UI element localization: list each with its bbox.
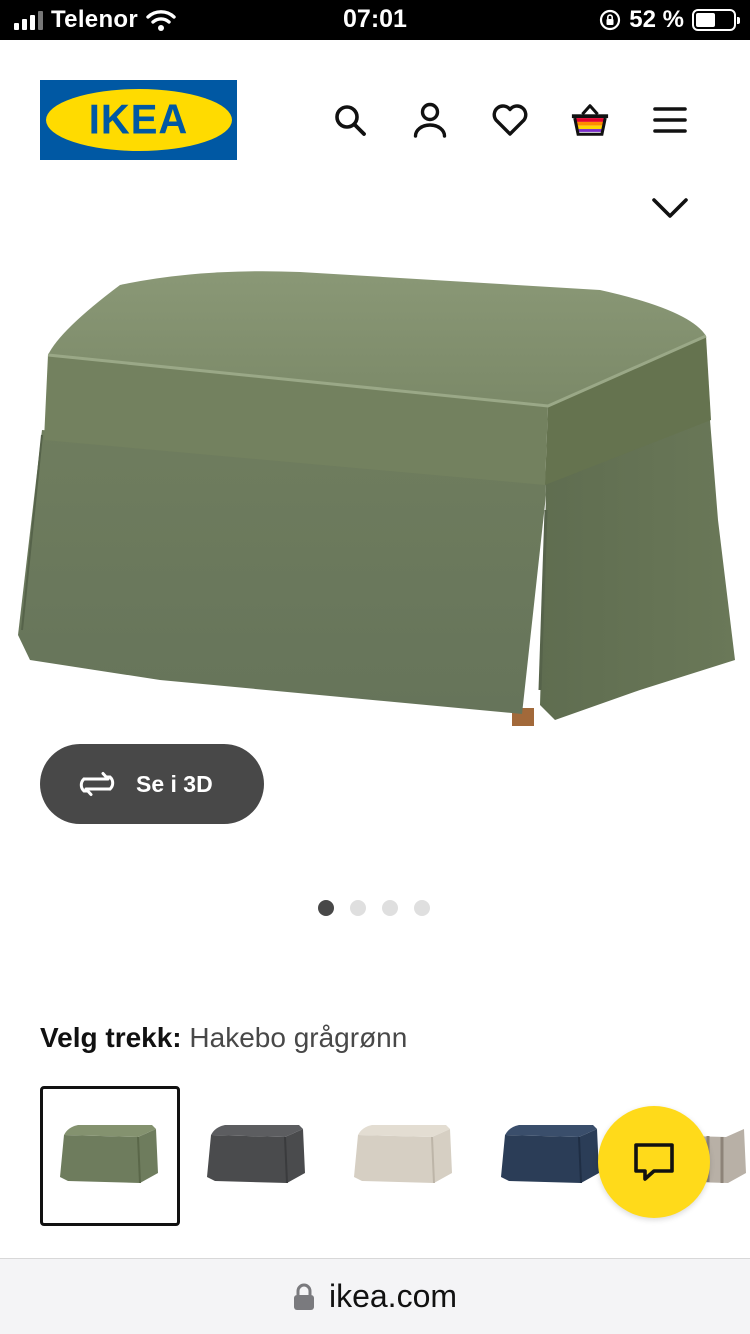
status-right: 52 % — [599, 6, 740, 34]
pagination-dot[interactable] — [318, 900, 334, 916]
favorites-icon[interactable] — [490, 100, 530, 140]
browser-url-bar[interactable]: ikea.com — [0, 1258, 750, 1334]
battery-icon — [692, 9, 740, 31]
swatch-footstool-image — [207, 1125, 305, 1184]
cover-label: Velg trekk: — [40, 1022, 182, 1053]
chat-button[interactable] — [598, 1106, 710, 1218]
cover-selection-title: Velg trekk: Hakebo grågrønn — [40, 1022, 407, 1054]
swatch-footstool-image — [501, 1125, 599, 1184]
search-icon[interactable] — [330, 100, 370, 140]
view-in-3d-button[interactable]: Se i 3D — [40, 744, 264, 824]
lock-icon — [293, 1283, 314, 1310]
site-header: IKEA — [0, 40, 750, 190]
status-bar: Telenor 07:01 52 % — [0, 0, 750, 40]
chevron-down-icon[interactable] — [650, 194, 690, 224]
cover-swatch-beige[interactable] — [334, 1086, 474, 1226]
pagination-dot[interactable] — [350, 900, 366, 916]
swatch-footstool-image — [354, 1125, 452, 1184]
logo-ellipse: IKEA — [45, 89, 232, 151]
battery-percent: 52 % — [629, 6, 684, 33]
url-text: ikea.com — [328, 1278, 458, 1314]
pagination-dot[interactable] — [414, 900, 430, 916]
view-in-3d-label: Se i 3D — [136, 770, 213, 797]
cover-swatch-dark-grey[interactable] — [187, 1086, 327, 1226]
account-icon[interactable] — [410, 100, 450, 140]
orientation-lock-icon — [600, 9, 621, 31]
chat-icon — [634, 1143, 674, 1181]
ikea-logo[interactable]: IKEA — [40, 80, 237, 160]
cover-swatch-green[interactable] — [40, 1086, 180, 1226]
cart-icon[interactable] — [570, 100, 610, 140]
swatch-footstool-image — [60, 1125, 158, 1184]
product-image-gallery[interactable] — [0, 190, 750, 830]
logo-text: IKEA — [88, 96, 189, 143]
product-image-footstool — [18, 271, 735, 726]
menu-icon[interactable] — [650, 100, 690, 140]
pagination-dot[interactable] — [382, 900, 398, 916]
rotate-3d-icon — [79, 772, 115, 796]
cover-selected-value: Hakebo grågrønn — [189, 1022, 408, 1053]
gallery-pagination — [318, 900, 430, 916]
